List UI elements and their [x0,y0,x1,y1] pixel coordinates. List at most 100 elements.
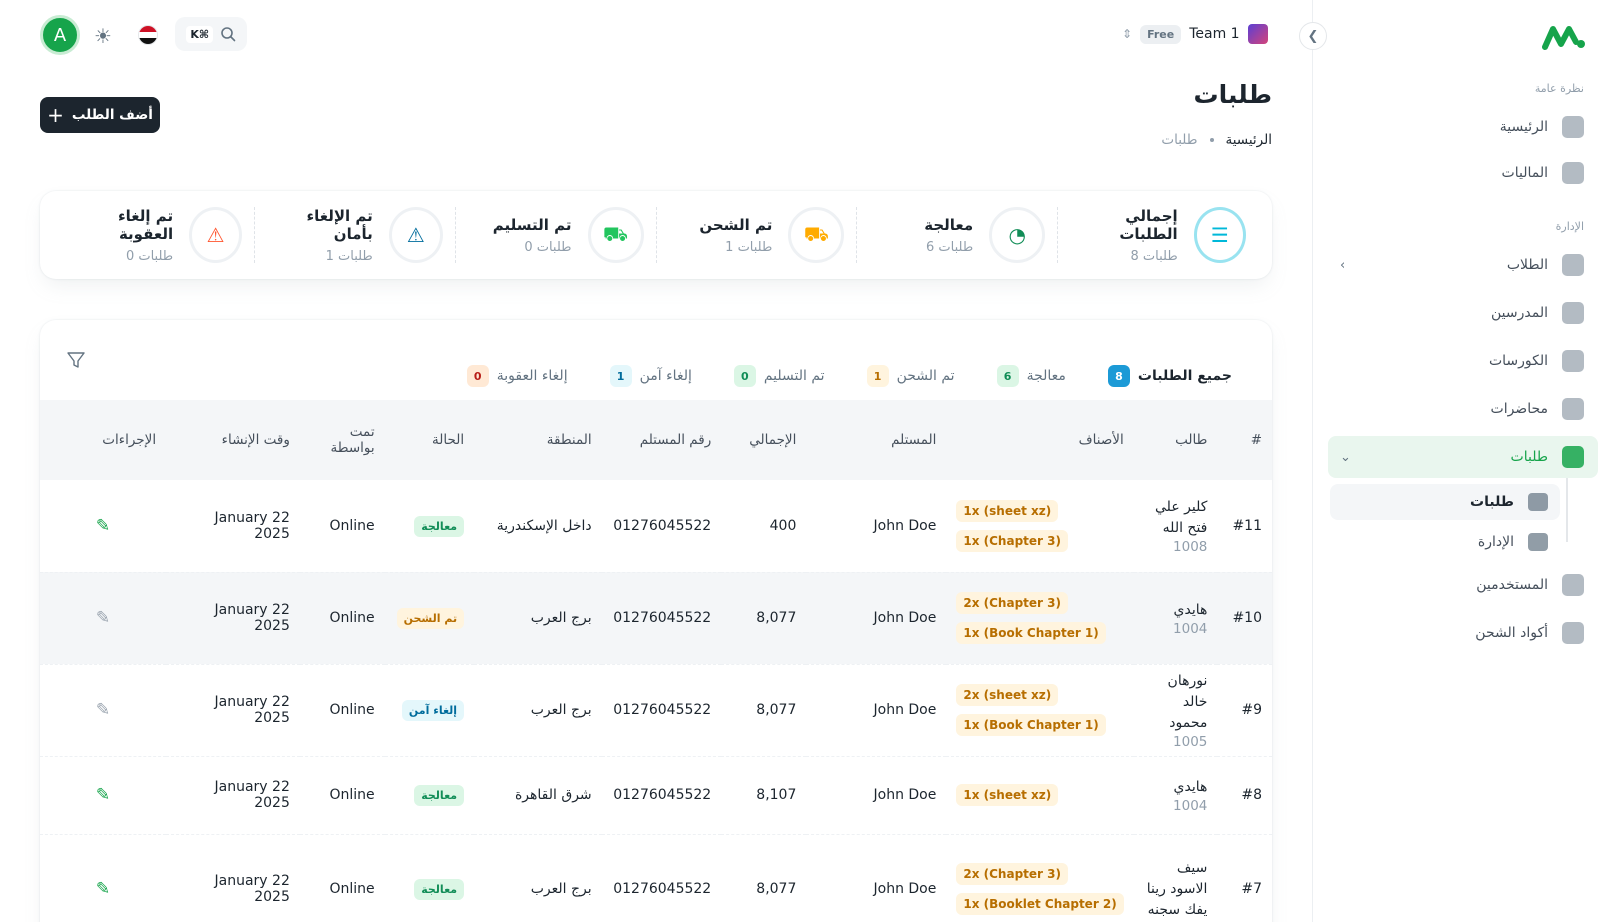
sidebar-subitem-label: الإدارة [1477,534,1514,550]
sidebar-subitem-management[interactable]: الإدارة [1330,524,1560,560]
table-row[interactable]: #11 كلير علي فتح الله 1008 1x (sheet xz) 1x … [40,480,1272,573]
sidebar-item-orders[interactable]: طلبات ⌄ [1328,436,1598,478]
team-switcher[interactable]: ⇕ Free Team 1 [1122,20,1268,48]
items-list: 2x (Chapter 3) 1x (Booklet Chapter 2) [956,863,1124,915]
tab-3[interactable]: تم التسليم 0 [733,348,825,404]
item-chip: 1x (sheet xz) [956,499,1059,522]
stat-card: ⛟ تم التسليم 0 طلبات [454,207,656,263]
created-at: 22 January 2025 [166,572,300,665]
edit-icon[interactable]: ✎ [96,608,110,628]
recipient: John Doe [806,480,947,573]
student-name: سيف الاسود رينا يفك سجنه [1146,859,1208,918]
stat-card: ◔ معالجة 6 طلبات [856,207,1057,263]
sun-icon[interactable]: ☀ [94,24,112,48]
total: 8,077 [721,834,807,922]
cart-icon [1528,493,1548,511]
tab-0[interactable]: جميع الطلبات 8 [1107,348,1233,405]
stat-count: 0 طلبات [524,239,572,255]
tab-label: معالجة [1026,368,1066,384]
edit-icon[interactable]: ✎ [96,879,110,899]
tab-4[interactable]: إلغاء آمن 1 [609,348,692,404]
page-title: طلبات [1193,80,1272,109]
order-number: #8 [1217,756,1272,835]
tab-2[interactable]: تم الشحن 1 [866,348,955,404]
add-order-button[interactable]: + أضف الطلب [40,97,160,133]
edit-icon[interactable]: ✎ [96,785,110,805]
tab-5[interactable]: إلغاء العقوبة 0 [466,348,568,404]
total: 8,107 [721,756,807,835]
sidebar-subitem-label: طلبات [1470,494,1514,510]
sidebar-item-finance[interactable]: الماليات [1328,152,1598,194]
edit-icon[interactable]: ✎ [96,700,110,720]
tab-label: تم التسليم [763,368,825,384]
created-by: Online [299,572,385,665]
top-header: A ☀ K⌘ ⇕ Free Team 1 [0,0,1312,70]
stat-text: تم الإلغاء بأمان 1 طلبات [267,207,373,264]
created-at: 22 January 2025 [166,664,300,757]
breadcrumb-current: طلبات [1161,132,1198,148]
sidebar-item-students[interactable]: الطلاب ‹ [1328,244,1598,286]
items-list: 2x (sheet xz) 1x (Book Chapter 1) [956,684,1123,736]
created-at: 22 January 2025 [166,480,300,573]
orders-card: جميع الطلبات 8 معالجة 6 تم الشحن 1 تم التسليم 0… [40,320,1272,922]
stat-count: 1 طلبات [325,248,373,264]
sidebar-item-label: محاضرات [1490,401,1548,417]
column-header: الإجمالي [721,400,807,480]
recipient: John Doe [806,664,947,757]
tab-count-badge: 0 [466,365,489,387]
student-name: كلير علي فتح الله [1155,498,1208,536]
sidebar-item-charge-codes[interactable]: أكواد الشحن [1328,612,1598,654]
item-chip: 2x (Chapter 3) [956,592,1068,614]
cart-icon [1562,446,1584,468]
sidebar-item-label: أكواد الشحن [1475,625,1548,641]
stat-text: تم التسليم 0 طلبات [493,216,572,255]
sidebar-item-label: الماليات [1501,165,1548,181]
stat-count: 0 طلبات [125,248,174,264]
sidebar-item-label: الطلاب [1506,257,1548,273]
items-list: 2x (Chapter 3) 1x (Book Chapter 1) [956,592,1123,644]
sidebar-item-courses[interactable]: الكورسات [1328,340,1598,382]
column-header: المستلم [806,400,947,480]
status-cell: معالجة [384,756,475,835]
recipient-phone: 01276045522 [601,834,722,922]
add-order-label: أضف الطلب [71,107,153,123]
bank-icon [1562,162,1584,184]
region: برج العرب [474,664,602,757]
items-list: 1x (sheet xz) 1x (Chapter 3) [956,499,1123,552]
sidebar-item-teachers[interactable]: المدرسين [1328,292,1598,334]
status-cell: معالجة [384,834,475,922]
status-cell: تم الشحن [384,572,475,665]
course-icon [1562,350,1584,372]
status-badge: معالجة [414,515,465,537]
table-row[interactable]: #8 هايدي 1004 1x (sheet xz) John Doe 8,107 012… [40,756,1272,835]
filter-icon[interactable] [66,350,86,375]
student-cell: سيف الاسود رينا يفك سجنه [1133,834,1218,922]
sidebar-subitem-orders[interactable]: طلبات [1330,484,1560,520]
egypt-flag-icon[interactable] [138,25,158,45]
status-badge: إلغاء آمن [401,700,465,721]
app-logo[interactable] [1542,22,1586,52]
table-row[interactable]: #7 سيف الاسود رينا يفك سجنه 2x (Chapter 3)… [40,834,1272,922]
chevron-left-icon: ‹ [1340,257,1346,273]
table-row[interactable]: #10 هايدي 1004 2x (Chapter 3) 1x (Book Chapt… [40,572,1272,665]
truck-icon: ⛟ [788,207,845,263]
tab-label: جميع الطلبات [1137,368,1232,384]
sidebar-item-lectures[interactable]: محاضرات [1328,388,1598,430]
recipient-phone: 01276045522 [601,480,722,573]
sidebar: ❮ نظرة عامة الرئيسية الماليات الإدارة ال… [1299,0,1614,922]
order-number: #7 [1217,834,1272,922]
breadcrumb-home[interactable]: الرئيسية [1226,132,1273,148]
status-tabs: جميع الطلبات 8 معالجة 6 تم الشحن 1 تم التسليم 0… [466,348,1252,405]
tab-1[interactable]: معالجة 6 [996,348,1066,404]
edit-icon[interactable]: ✎ [96,516,110,536]
chevron-updown-icon: ⇕ [1122,27,1133,41]
table-row[interactable]: #9 نورهان خالد محمود 1005 2x (sheet xz) 1x (… [40,664,1272,757]
items-list: 1x (sheet xz) [956,784,1123,806]
student-name: هايدي [1173,601,1208,618]
sidebar-item-users[interactable]: المستخدمين [1328,564,1598,606]
avatar[interactable]: A [40,15,80,55]
search-button[interactable]: K⌘ [175,17,247,51]
tab-label: إلغاء آمن [639,368,692,384]
sidebar-item-home[interactable]: الرئيسية [1328,106,1598,148]
actions-cell: ✎ [40,756,167,835]
